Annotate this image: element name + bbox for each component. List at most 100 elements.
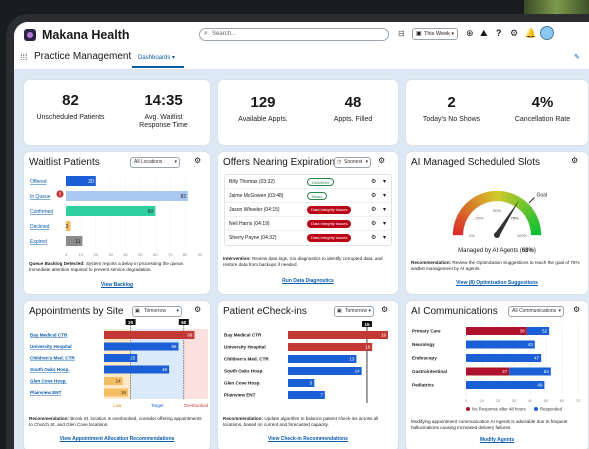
run-diagnostics-link[interactable]: Run Data Diagnostics [218,278,398,284]
bar-value-label: 14 [355,369,361,374]
waitlist-card: Waitlist Patients All Locations ▾ ⚙ 0 10 20… [24,152,210,294]
list-item[interactable]: Sherry Payne (04:32) Data Integrity Issue… [225,231,391,245]
legend-label: Overbooked [184,403,209,408]
category-label: Glen Cove Hosp. [30,379,67,384]
gauge-tick-label: 0% [469,233,475,238]
bar-value-label: 43 [528,342,534,347]
category-label: Endoscopy [412,356,437,361]
location-filter[interactable]: All Locations ▾ [130,157,180,168]
category-label: In Queue [30,194,51,200]
list-item[interactable]: Billy Thomas (03:32) Delivered ⚙ ▾ [225,175,391,189]
edit-icon[interactable]: ✎ [574,53,580,61]
gear-icon[interactable]: ⚙ [378,156,385,165]
card-title: Appointments by Site [29,306,124,317]
kpi-label: Avg. Waitlist Response Time [139,114,188,129]
category-label: Neurology [412,342,435,347]
category-label: Confirmed [30,209,53,215]
chevron-down-icon[interactable]: ▾ [383,189,386,203]
app-title: Makana Health [42,28,130,42]
chevron-down-icon[interactable]: ▾ [383,217,386,231]
category-label: Plainview ENT [30,390,62,395]
period-select[interactable]: ▣ This Week ▾ [412,28,458,40]
gear-icon[interactable]: ⚙ [371,231,376,245]
kpi-card-waitlist: 82 Unscheduled Patients 14:35 Avg. Waitl… [24,80,210,145]
bar-value-label: 38 [520,329,526,334]
category-label: Offered [30,179,47,185]
category-label: University Hospital [30,344,72,349]
chevron-down-icon[interactable]: ▾ [383,231,386,245]
x-tick-label: 40 [123,252,128,257]
gear-icon[interactable]: ⚙ [571,156,578,165]
gear-icon[interactable]: ⚙ [573,305,580,314]
patient-name: Billy Thomas (03:32) [229,179,275,185]
chevron-down-icon: ▾ [451,31,454,37]
makana-logo-icon [24,29,36,41]
search-input[interactable]: ⌕ Search... [199,28,389,41]
chevron-down-icon[interactable]: ▾ [383,203,386,217]
modify-agents-link[interactable]: Modify Agents [406,437,588,443]
bar-value-label: 18 [121,390,127,395]
x-tick-label: 90 [198,252,203,257]
threshold-label: 20 [128,320,134,325]
echeckins-card: Patient eCheck-ins ▣ Tomorrow ▾ ⚙ 15 Bay Me… [218,301,398,449]
gear-icon[interactable]: ⚙ [381,305,388,314]
gear-icon[interactable]: ⚙ [194,305,201,314]
kpi-value: 82 [62,92,79,109]
nav-title: Practice Management [34,51,132,62]
gear-icon[interactable]: ⚙ [510,28,518,39]
allocation-recommendations-link[interactable]: View Appointment Allocation Recommendati… [24,436,210,442]
gear-icon[interactable]: ⚙ [371,189,376,203]
category-label: Glen Cove Hosp. [224,381,261,386]
bar [66,191,189,201]
bar [104,342,179,351]
ai-comms-card: AI Communications All Communications ▾ ⚙ … [406,301,588,449]
legend-label: Low [113,403,122,408]
bar-value-label: 25 [130,356,136,361]
optimization-suggestions-link[interactable]: View (8) Optimization Suggestions [406,280,588,286]
list-item[interactable]: Jaime McGowen (03:48) Read ⚙ ▾ [225,189,391,203]
help-icon[interactable]: ? [496,28,502,38]
calendar-icon: ▣ [416,31,422,37]
kpi-value: 14:35 [144,92,183,109]
goal-marker [528,197,535,204]
kpi-value: 129 [250,94,276,111]
offers-card: Offers Nearing Expiration ◷ Soonest ▾ ⚙ Bi… [218,152,398,294]
offers-list: Billy Thomas (03:32) Delivered ⚙ ▾ Jaime McG… [224,174,392,246]
day-filter[interactable]: ▣ Tomorrow ▾ [132,306,182,317]
gear-icon[interactable]: ⚙ [194,156,201,165]
gear-icon[interactable]: ⚙ [371,217,376,231]
x-tick-label: 70 [168,252,173,257]
offers-summary: Intervention: Review data logs, run diag… [223,256,383,267]
app-launcher-icon[interactable]: ⁞⁞⁞ [20,52,28,62]
trailhead-icon[interactable]: ⛰ [480,28,488,39]
appts-site-summary: Recommendation: Brook St. location is ov… [29,416,202,427]
avatar[interactable] [540,26,554,40]
screen: Makana Health ⌕ Search... ⊟ ▣ This Week … [14,22,589,449]
echeckins-chart: 15 Bay Medical CTR 19 University Hospital 16… [224,321,388,403]
bar [288,355,357,363]
day-filter[interactable]: ▣ Tomorrow ▾ [334,306,374,317]
gear-icon[interactable]: ⚙ [371,203,376,217]
category-label: Plainview ENT [224,393,256,398]
checkin-recommendations-link[interactable]: View Check-in Recommendations [218,436,398,442]
list-item[interactable]: Neil Harris (04:19) Data Integrity Issues… [225,217,391,231]
list-item[interactable]: Jason Wheeler (04:15) Data Integrity Issu… [225,203,391,217]
communications-filter[interactable]: All Communications ▾ [508,306,564,317]
gear-icon[interactable]: ⚙ [371,175,376,189]
patient-name: Neil Harris (04:19) [229,221,270,227]
sort-filter[interactable]: ◷ Soonest ▾ [334,157,371,168]
goal-label: Goal [536,193,547,199]
bell-icon[interactable]: 🔔 [525,28,536,39]
tab-dashboards[interactable]: Dashboards ▾ [138,54,175,61]
add-icon[interactable]: ⊕ [466,28,474,39]
reference-label: 15 [364,322,370,327]
x-tick-label: 40 [528,398,533,403]
lock-icon[interactable]: ⊟ [398,29,405,38]
bar-value-label: 49 [537,383,543,388]
view-backlog-link[interactable]: View Backlog [24,282,210,288]
bar-value-label: 3 [66,224,69,230]
chevron-down-icon[interactable]: ▾ [383,175,386,189]
bar-value-label: 82 [181,194,187,200]
ai-slots-gauge: 0% 25% 50% 75% 100% Goal [452,190,547,238]
waitlist-chart: 0 10 20 30 40 50 60 70 80 90 Offered 20 In Queue 82 Co… [30,174,203,257]
